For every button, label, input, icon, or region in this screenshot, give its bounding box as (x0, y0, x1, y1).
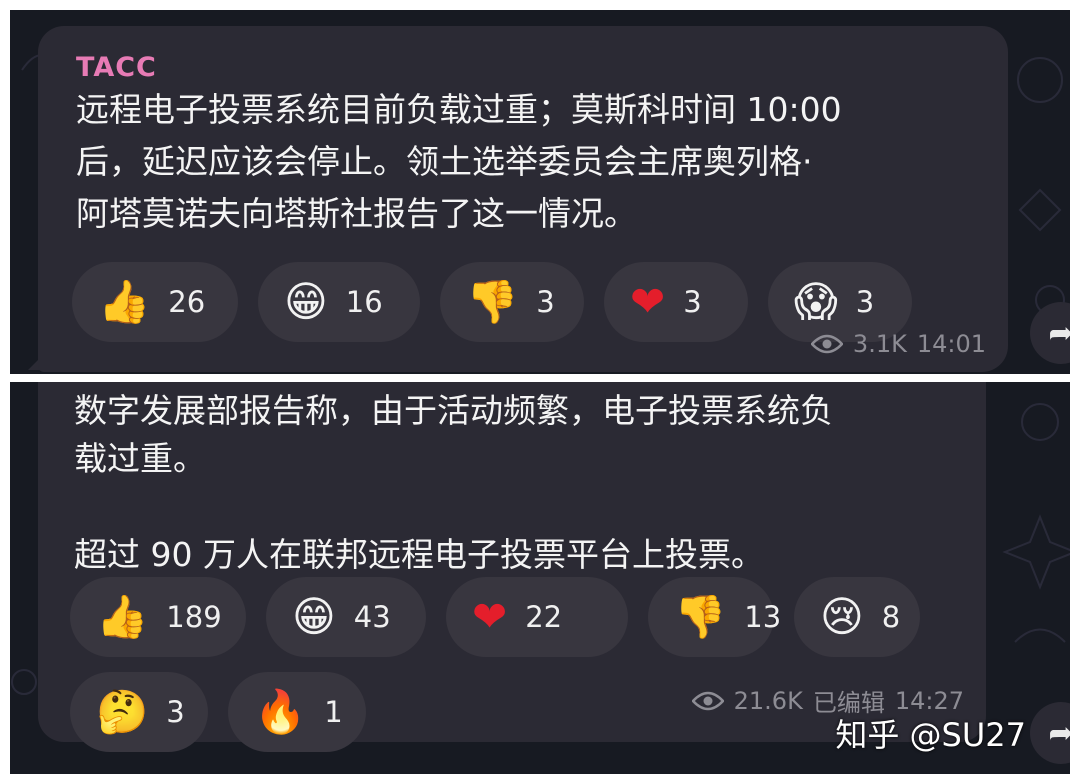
reaction-grin[interactable]: 😁 43 (266, 577, 426, 657)
reaction-count: 16 (345, 285, 383, 319)
message-time: 14:01 (916, 330, 986, 358)
reaction-count: 3 (855, 285, 875, 319)
reaction-count: 3 (166, 695, 185, 729)
share-arrow-icon: ➦ (1048, 715, 1070, 751)
reaction-count: 189 (166, 600, 222, 634)
reaction-cry[interactable]: 😢 8 (794, 577, 920, 657)
reaction-thumbs-down[interactable]: 👎 13 (648, 577, 781, 657)
share-arrow-icon: ➦ (1048, 315, 1070, 351)
thumbs-down-icon: 👎 (466, 277, 519, 326)
heart-icon: ❤ (630, 277, 666, 326)
reaction-count: 1 (324, 695, 343, 729)
channel-panel-top: TACC 远程电子投票系统目前负载过重；莫斯科时间 10:00 后，延迟应该会停… (10, 10, 1070, 374)
reaction-count: 43 (353, 600, 391, 634)
message-text: 数字发展部报告称，由于活动频繁，电子投票系统负 载过重。 超过 90 万人在联邦… (74, 391, 833, 574)
thumbs-up-icon: 👍 (96, 592, 149, 641)
grinning-face-icon: 😁 (292, 592, 336, 641)
screaming-face-icon: 😱 (794, 277, 838, 326)
message-bubble[interactable]: TACC 远程电子投票系统目前负载过重；莫斯科时间 10:00 后，延迟应该会停… (38, 26, 1008, 372)
reaction-thinking[interactable]: 🤔 3 (70, 672, 208, 752)
reaction-count: 3 (683, 285, 702, 319)
reaction-thumbs-up[interactable]: 👍 189 (70, 577, 246, 657)
eye-icon (810, 334, 843, 354)
reaction-thumbs-up[interactable]: 👍 26 (72, 262, 238, 342)
reaction-count: 26 (168, 285, 206, 319)
fire-icon: 🔥 (254, 687, 307, 736)
message-meta: 3.1K 14:01 (810, 330, 986, 358)
reaction-count: 22 (525, 600, 563, 634)
thinking-face-icon: 🤔 (96, 687, 149, 736)
channel-panel-bottom: 数字发展部报告称，由于活动频繁，电子投票系统负 载过重。 超过 90 万人在联邦… (10, 382, 1070, 774)
reaction-heart[interactable]: ❤ 3 (604, 262, 748, 342)
crying-face-icon: 😢 (820, 592, 864, 641)
view-count: 3.1K (852, 330, 907, 358)
reaction-count: 13 (744, 600, 782, 634)
thumbs-up-icon: 👍 (98, 277, 151, 326)
eye-icon (691, 691, 724, 710)
grinning-face-icon: 😁 (284, 277, 328, 326)
message-bubble[interactable]: 数字发展部报告称，由于活动频繁，电子投票系统负 载过重。 超过 90 万人在联邦… (38, 382, 986, 752)
heart-icon: ❤ (472, 592, 508, 641)
reaction-grin[interactable]: 😁 16 (258, 262, 420, 342)
sender-name[interactable]: TACC (76, 52, 157, 83)
view-count: 21.6K (733, 686, 803, 715)
message-text: 远程电子投票系统目前负载过重；莫斯科时间 10:00 后，延迟应该会停止。领土选… (76, 90, 842, 233)
reaction-heart[interactable]: ❤ 22 (446, 577, 628, 657)
thumbs-down-icon: 👎 (674, 592, 727, 641)
watermark: 知乎 @SU27 (835, 716, 1026, 754)
reaction-fire[interactable]: 🔥 1 (228, 672, 366, 752)
reaction-thumbs-down[interactable]: 👎 3 (440, 262, 584, 342)
reaction-count: 8 (881, 600, 901, 634)
reaction-count: 3 (536, 285, 555, 319)
